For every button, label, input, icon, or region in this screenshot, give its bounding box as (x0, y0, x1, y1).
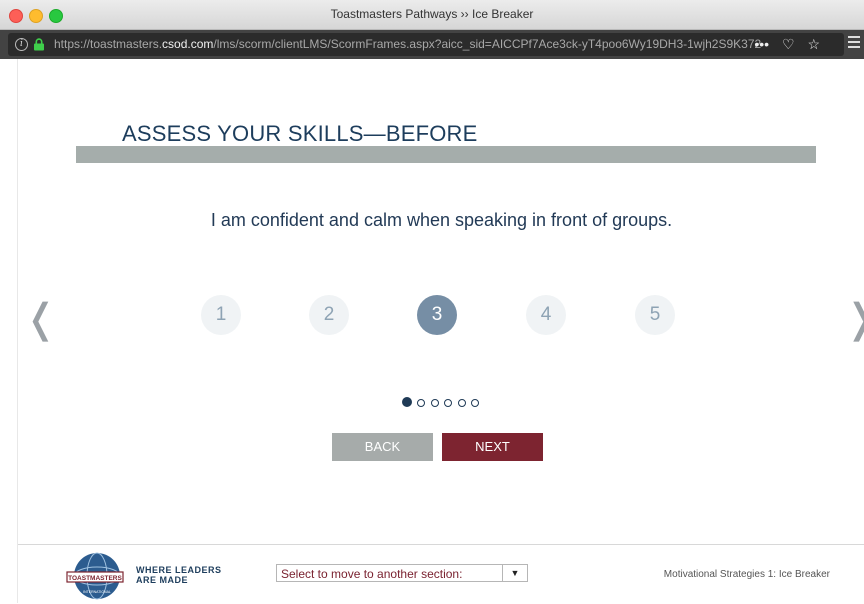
section-select-label: Select to move to another section: (281, 567, 463, 581)
bookmark-star-icon[interactable]: ☆ (807, 33, 820, 56)
page-actions-icon[interactable]: ••• (754, 33, 769, 56)
course-content-frame: ASSESS YOUR SKILLS—BEFORE I am confident… (17, 59, 864, 604)
logo-text: TOASTMASTERS (68, 575, 122, 582)
pocket-icon[interactable]: ♡ (782, 33, 795, 56)
lock-icon (34, 38, 44, 51)
section-select[interactable]: Select to move to another section: ▼ (276, 564, 528, 582)
logo-subtext: INTERNATIONAL (83, 590, 111, 594)
rating-option-1[interactable]: 1 (201, 295, 241, 335)
progress-dot-1 (402, 397, 412, 407)
url-path: /lms/scorm/clientLMS/ScormFrames.aspx?ai… (213, 37, 762, 51)
next-slide-arrow-icon[interactable]: ❭ (844, 299, 864, 339)
toastmasters-logo: TOASTMASTERS INTERNATIONAL (66, 552, 124, 600)
url-prefix: https://toastmasters. (54, 37, 163, 51)
tagline: WHERE LEADERS ARE MADE (136, 565, 222, 585)
next-button[interactable]: NEXT (442, 433, 543, 461)
browser-toolbar: i https://toastmasters.csod.com/lms/scor… (0, 30, 864, 59)
info-icon[interactable]: i (15, 38, 28, 51)
progress-dot-2 (417, 399, 426, 407)
heading-underline-bar (76, 146, 816, 163)
back-button[interactable]: BACK (332, 433, 433, 461)
progress-dots (402, 394, 480, 407)
url-domain: csod.com (162, 37, 214, 51)
course-footer: TOASTMASTERS INTERNATIONAL WHERE LEADERS… (18, 544, 864, 604)
progress-dot-6 (471, 399, 480, 407)
progress-dot-3 (430, 399, 439, 407)
chevron-down-icon[interactable]: ▼ (502, 565, 527, 581)
tagline-line-2: ARE MADE (136, 575, 189, 585)
rating-option-3[interactable]: 3 (417, 295, 457, 335)
tagline-line-1: WHERE LEADERS (136, 565, 222, 575)
rating-option-4[interactable]: 4 (526, 295, 566, 335)
address-bar[interactable]: i https://toastmasters.csod.com/lms/scor… (8, 33, 844, 56)
rating-option-2[interactable]: 2 (309, 295, 349, 335)
progress-dot-4 (444, 399, 453, 407)
page-title: ASSESS YOUR SKILLS—BEFORE (122, 121, 478, 146)
url-text[interactable]: https://toastmasters.csod.com/lms/scorm/… (54, 33, 779, 56)
course-title: Motivational Strategies 1: Ice Breaker (663, 569, 830, 580)
window-titlebar: Toastmasters Pathways ›› Ice Breaker (0, 0, 864, 30)
assessment-question: I am confident and calm when speaking in… (210, 210, 673, 230)
hamburger-menu-icon[interactable] (848, 36, 860, 51)
rating-option-5[interactable]: 5 (635, 295, 675, 335)
prev-slide-arrow-icon[interactable]: ❬ (24, 299, 58, 339)
window-title: Toastmasters Pathways ›› Ice Breaker (330, 7, 534, 21)
progress-dot-5 (457, 399, 466, 407)
